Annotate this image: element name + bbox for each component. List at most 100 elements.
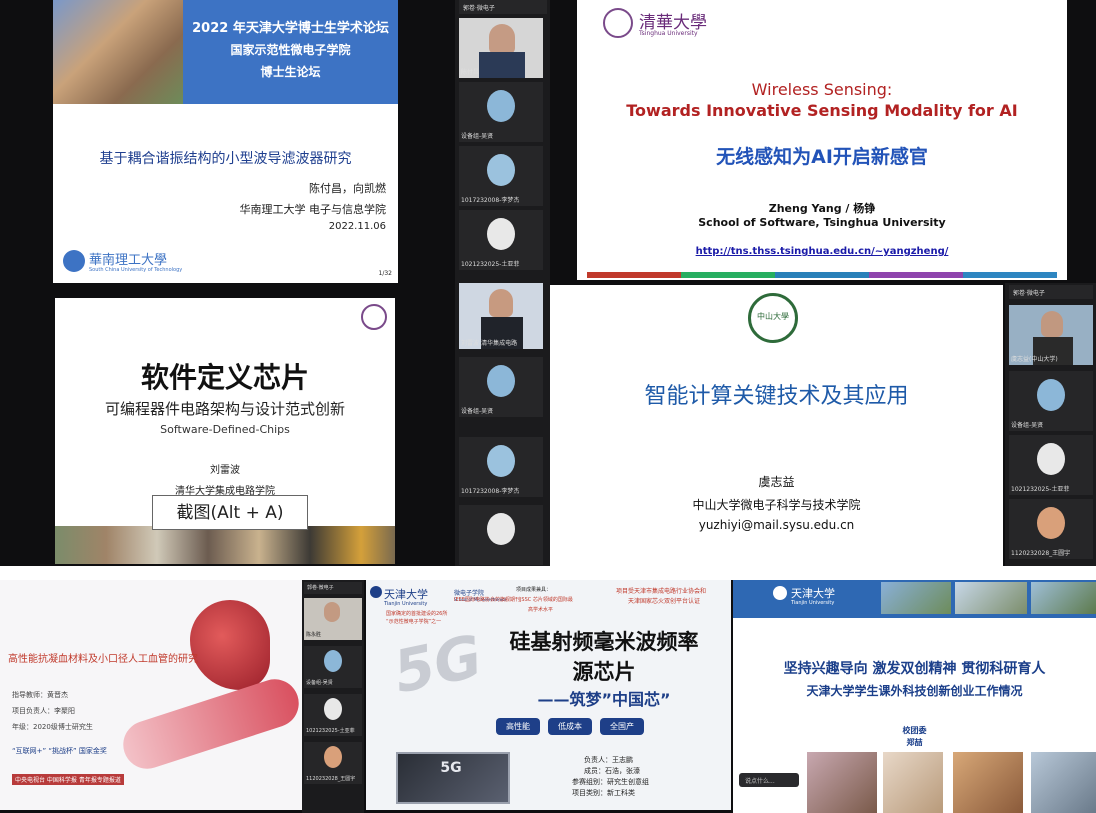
slide-scut: 2022 年天津大学博士生学术论坛 国家示范性微电子学院 博士生论坛 基于耦合谐… — [53, 0, 398, 283]
chat-input[interactable]: 说点什么... — [739, 773, 799, 787]
media-footer: 中央电视台 中国科学报 青年报专题报道 — [12, 774, 124, 785]
avatar — [1037, 443, 1065, 475]
grade: 年级：2020级博士研究生 — [12, 723, 93, 731]
award-tags: “互联网+” “挑战杯” 国家金奖 — [12, 746, 107, 756]
affiliation: 华南理工大学 电子与信息学院 — [239, 203, 387, 216]
campus-photo-strip — [55, 526, 395, 564]
participants-panel-1: 郭卷·微电子 陈付昌 设备组-吴贤 1017232008-李梦杰 1021232… — [455, 0, 550, 283]
video-person — [324, 602, 340, 622]
chat-placeholder: 说点什么... — [745, 778, 775, 785]
participant-tile[interactable]: 设备组-吴贤 — [459, 82, 543, 142]
stripe-segment — [869, 272, 963, 278]
campus-photo — [807, 752, 877, 813]
slide-tju-5g: 天津大学 Tianjin University 微电子学院 School of … — [366, 580, 731, 810]
members: 成员：石浩，张濠 — [584, 767, 640, 775]
participant-tile[interactable]: 刘雷波-清华集成电路 — [459, 283, 543, 349]
avatar — [487, 365, 515, 397]
note-red-3: 国家确定的首批建设的26所 — [386, 611, 448, 617]
talk-title: 高性能抗凝血材料及小口径人工血管的研究 — [8, 654, 198, 665]
slide-tju-league: 天津大学 Tianjin University 坚持兴趣导向 激发双创精神 贯彻… — [733, 580, 1096, 813]
speaker: 刘雷波 — [210, 465, 240, 476]
participant-name: 1021232025-土亚菲 — [461, 261, 520, 268]
group: 参赛组别：研究生创意组 — [572, 778, 649, 786]
slide-tsinghua: 清華大學 Tsinghua University Wireless Sensin… — [577, 0, 1067, 280]
talk-title: 智能计算关键技术及其应用 — [644, 384, 909, 409]
avatar — [1037, 379, 1065, 411]
participant-tile[interactable] — [459, 505, 543, 565]
chip-badge: 高性能 — [496, 718, 540, 735]
video-body — [479, 52, 525, 78]
tju-logo-en: Tianjin University — [384, 601, 428, 607]
participant-name: 设备组-吴贤 — [461, 133, 494, 140]
org: 校团委 — [902, 726, 927, 735]
participant-tile[interactable]: 设备组-吴贤 — [304, 646, 362, 688]
tju-logo-text: 天津大学 — [791, 587, 835, 600]
speaker: 虞志益 — [758, 475, 795, 489]
participant-tile[interactable]: 郭卷·微电子 — [459, 0, 547, 14]
participant-tile[interactable]: 郭卷·微电子 — [304, 582, 362, 594]
school: School of Software, Tsinghua University — [698, 216, 946, 229]
campus-photo — [953, 752, 1023, 813]
chip-label: 5G — [440, 760, 462, 776]
5g-graphic: 5G — [387, 621, 489, 707]
slogan: ——筑梦”中国芯” — [537, 690, 671, 709]
authors: 陈付昌，向凯燃 — [309, 182, 386, 195]
participant-tile[interactable]: 1021232025-土亚菲 — [1009, 435, 1093, 495]
sysu-seal-text: 中山大學 — [757, 312, 789, 321]
note-right-1: 项目受天津市集成电路行业协会和 — [616, 588, 707, 595]
speaker: Zheng Yang / 杨铮 — [768, 202, 876, 215]
tsinghua-logo-en: Tsinghua University — [639, 30, 698, 37]
participant-name: 虞志益(中山大学) — [1011, 356, 1058, 363]
note-red-4: “示范性微电子学院”之一 — [386, 619, 442, 625]
participant-tile[interactable]: 1017232008-李梦杰 — [459, 146, 543, 206]
person: 郑喆 — [906, 738, 923, 747]
participant-tile[interactable]: 1017232008-李梦杰 — [459, 437, 543, 497]
avatar — [1037, 507, 1065, 539]
participant-name: 1021232025-土亚菲 — [1011, 486, 1070, 493]
chip-badge: 低成本 — [548, 718, 592, 735]
feature-chips: 高性能 低成本 全国产 — [496, 718, 644, 735]
title-cn: 无线感知为AI开启新感官 — [716, 146, 928, 168]
homepage-link[interactable]: http://tns.thss.tsinghua.edu.cn/~yangzhe… — [577, 246, 1067, 257]
participant-tile[interactable]: 陈永胜 — [304, 598, 362, 640]
date: 2022.11.06 — [328, 221, 386, 232]
participant-name: 1120232028_王圆宇 — [306, 776, 356, 782]
note-red-1: 项目成果兼具： — [516, 587, 552, 593]
participant-tile[interactable]: 1120232028_王圆宇 — [304, 742, 362, 784]
note-right-2: 天津国家芯火双创平台认证 — [628, 598, 701, 605]
participant-tile[interactable]: 1120232028_王圆宇 — [1009, 499, 1093, 559]
participant-tile[interactable]: 虞志益(中山大学) — [1009, 305, 1093, 365]
participant-name: 郭卷·微电子 — [307, 585, 334, 591]
slide-vascular: 高性能抗凝血材料及小口径人工血管的研究 指导教师：黄晋杰 项目负责人：李聚阳 年… — [0, 580, 302, 810]
note-red-2: IEEE国际电路协会的旗舰期刊JSSC 芯片领域的国际最 — [454, 597, 573, 603]
stripe-segment — [775, 272, 869, 278]
participant-name: 设备组-吴贤 — [1011, 422, 1044, 429]
avatar — [487, 513, 515, 545]
campus-photo — [955, 582, 1027, 614]
category: 项目类别：新工科类 — [572, 789, 635, 797]
bottom-divider — [0, 566, 1096, 580]
participant-tile[interactable]: 1021232025-土亚菲 — [459, 210, 543, 270]
participant-tile[interactable]: 郭卷·微电子 — [1009, 285, 1093, 299]
note-red-5: 高学术水平 — [528, 607, 554, 613]
talk-subtitle: 可编程器件电路架构与设计范式创新 — [104, 400, 345, 418]
tju-logo-en: Tianjin University — [791, 600, 835, 606]
stripe-segment — [681, 272, 775, 278]
talk-title-2: 源芯片 — [572, 660, 636, 684]
participant-name: 郭卷·微电子 — [1013, 290, 1045, 297]
participant-name: 设备组-吴贤 — [461, 408, 494, 415]
participant-tile[interactable]: 1021232025-土亚菲 — [304, 694, 362, 736]
stripe-segment — [587, 272, 681, 278]
avatar — [324, 650, 342, 672]
participant-tile[interactable]: 设备组-吴贤 — [459, 357, 543, 417]
scut-logo-text: 華南理工大學 — [89, 253, 168, 268]
participant-tile[interactable]: 陈付昌 — [459, 18, 543, 78]
talk-title: 坚持兴趣导向 激发双创精神 贯彻科研育人 — [783, 661, 1046, 677]
slide-sysu: 中山大學 智能计算关键技术及其应用 虞志益 中山大学微电子科学与技术学院 yuz… — [550, 285, 1003, 566]
talk-title: 基于耦合谐振结构的小型波导滤波器研究 — [99, 151, 352, 167]
campus-photo — [1031, 752, 1096, 813]
participant-tile[interactable]: 设备组-吴贤 — [1009, 371, 1093, 431]
forum-title-3: 博士生论坛 — [260, 65, 321, 79]
forum-title-1: 2022 年天津大学博士生学术论坛 — [192, 21, 389, 36]
lead: 项目负责人：李聚阳 — [12, 707, 75, 715]
